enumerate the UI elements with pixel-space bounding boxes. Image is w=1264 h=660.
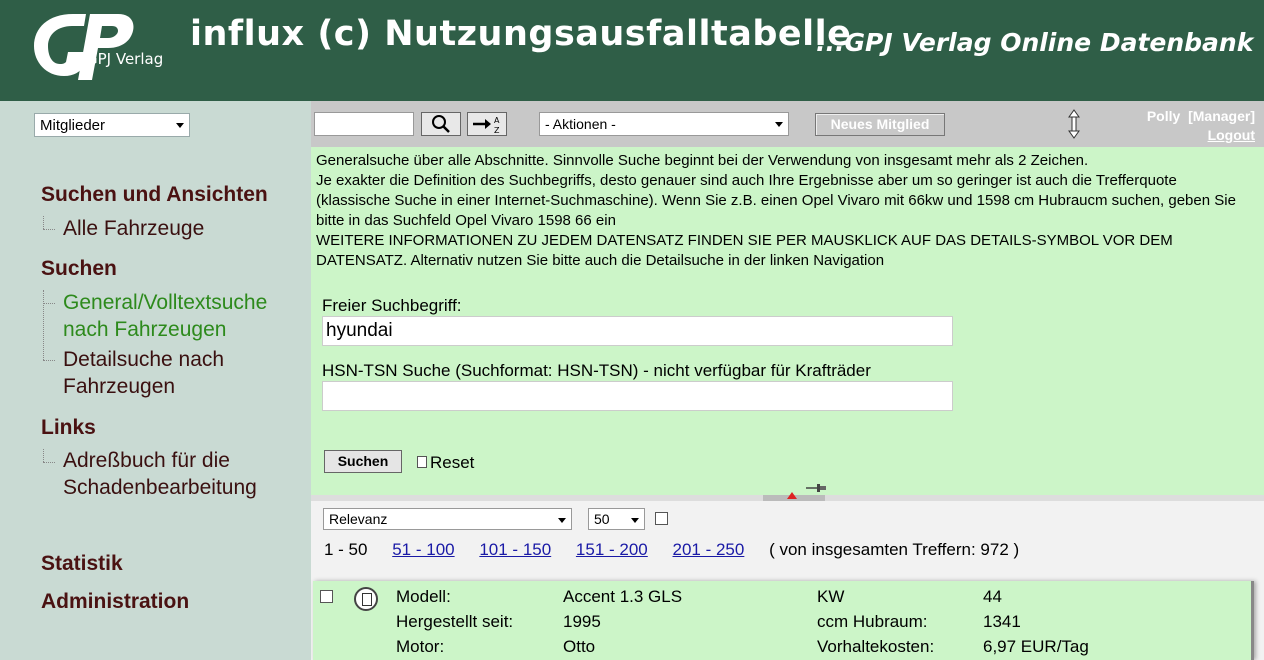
results-panel: Relevanz 50 1 - 50 51 - 100 101 - 150 15… [311,501,1264,660]
page-link[interactable]: 151 - 200 [576,540,648,559]
free-search-label: Freier Suchbegriff: [322,296,462,315]
sidebar-item-alle-fahrzeuge[interactable]: Alle Fahrzeuge [63,215,204,242]
pin-icon[interactable] [805,481,827,495]
nav-heading-suchen: Suchen [41,257,117,280]
field-label: Modell: [396,587,451,606]
tree-branch [43,303,55,304]
page-size-select[interactable]: 50 [588,508,645,530]
app-header: GPJ Verlag influx (c) Nutzungsausfalltab… [0,0,1264,101]
info-line: WEITERE INFORMATIONEN ZU JEDEM DATENSATZ… [316,232,1173,269]
info-line: Generalsuche über alle Abschnitte. Sinnv… [316,152,1089,169]
members-select-value: Mitglieder [40,117,106,134]
hsn-search-input[interactable] [322,381,953,411]
field-label: Motor: [396,637,445,656]
tree-branch [43,360,55,361]
page-link[interactable]: 201 - 250 [673,540,745,559]
gpj-logo-icon [34,14,134,80]
sort-select-value: Relevanz [329,511,388,527]
logout-link[interactable]: Logout [1147,126,1255,145]
tree-line [43,290,44,360]
nav-heading-links: Links [41,416,96,439]
sidebar: Mitglieder Suchen und Ansichten Alle Fah… [0,101,311,660]
field-value: 6,97 EUR/Tag [983,637,1089,656]
reset-link[interactable]: Reset [417,453,474,473]
toolbar: A Z - Aktionen - Neues Mitglied Polly [M… [311,101,1264,147]
search-icon [432,115,450,133]
hsn-search-label: HSN-TSN Suche (Suchformat: HSN-TSN) - ni… [322,361,871,380]
field-value: 1995 [563,612,601,631]
record-checkbox[interactable] [320,590,333,603]
sort-select[interactable]: Relevanz [323,508,572,530]
actions-select-value: - Aktionen - [545,116,616,132]
document-icon [417,456,427,468]
field-label: KW [817,587,845,606]
search-info: Generalsuche über alle Abschnitte. Sinnv… [316,151,1251,271]
tree-line [43,216,44,229]
search-panel: Generalsuche über alle Abschnitte. Sinnv… [311,147,1264,495]
chevron-down-icon [558,518,566,523]
info-line: Je exakter die Definition des Suchbegrif… [316,172,1236,229]
free-search-input[interactable]: hyundai [322,316,953,346]
new-member-button[interactable]: Neues Mitglied [815,113,945,136]
tree-branch [43,229,55,230]
user-role: [Manager] [1188,108,1255,124]
reset-label: Reset [430,453,475,472]
field-label: Vorhaltekosten: [817,637,935,656]
sort-az-icon: A Z [473,116,500,135]
nav-heading-administration[interactable]: Administration [41,590,189,614]
search-button[interactable] [421,112,461,136]
pagination: 1 - 50 51 - 100 101 - 150 151 - 200 201 … [324,540,1039,560]
chevron-down-icon [631,518,639,523]
app-subtitle: ...GPJ Verlag Online Datenbank [816,28,1254,57]
members-select[interactable]: Mitglieder [34,113,190,137]
collapse-up-icon[interactable] [787,492,797,499]
svg-text:Z: Z [494,126,500,135]
user-panel: Polly [Manager] Logout [1147,107,1255,145]
user-name: Polly [1146,108,1181,124]
logo-text: GPJ Verlag [86,50,164,68]
field-value: 44 [983,587,1002,606]
chevron-down-icon [775,122,783,127]
current-range: 1 - 50 [324,540,368,559]
chevron-down-icon [176,123,184,128]
field-value: 1341 [983,612,1021,631]
sidebar-item-volltextsuche[interactable]: General/Volltextsuche nach Fahrzeugen [63,289,298,343]
page-link[interactable]: 51 - 100 [392,540,454,559]
field-label: ccm Hubraum: [817,612,928,631]
page-link[interactable]: 101 - 150 [479,540,551,559]
user-info: Polly [Manager] [1147,107,1255,126]
tree-branch [43,462,55,463]
field-value: Accent 1.3 GLS [563,587,683,606]
total-hits: ( von insgesamten Treffern: 972 ) [769,540,1020,559]
page-size-value: 50 [594,511,610,527]
result-record: Modell: Accent 1.3 GLS KW 44 Hergestellt… [313,581,1254,660]
details-icon[interactable] [354,587,378,611]
sidebar-item-adressbuch[interactable]: Adreßbuch für die Schadenbearbeitung [63,447,293,501]
nav-heading-statistik[interactable]: Statistik [41,552,123,576]
field-label: Hergestellt seit: [396,612,514,631]
svg-text:A: A [494,116,500,125]
select-all-checkbox[interactable] [655,512,668,525]
nav-heading-suchen-und-ansichten: Suchen und Ansichten [41,183,268,206]
actions-select[interactable]: - Aktionen - [539,112,789,136]
tree-line [43,449,44,462]
field-value: Otto [563,637,596,656]
app-title: influx (c) Nutzungsausfalltabelle [190,14,852,54]
sidebar-item-detailsuche[interactable]: Detailsuche nach Fahrzeugen [63,346,263,400]
resize-vertical-icon[interactable] [1067,109,1081,139]
quick-search-input[interactable] [314,112,414,136]
sort-az-button[interactable]: A Z [467,112,507,136]
submit-search-button[interactable]: Suchen [324,450,402,473]
